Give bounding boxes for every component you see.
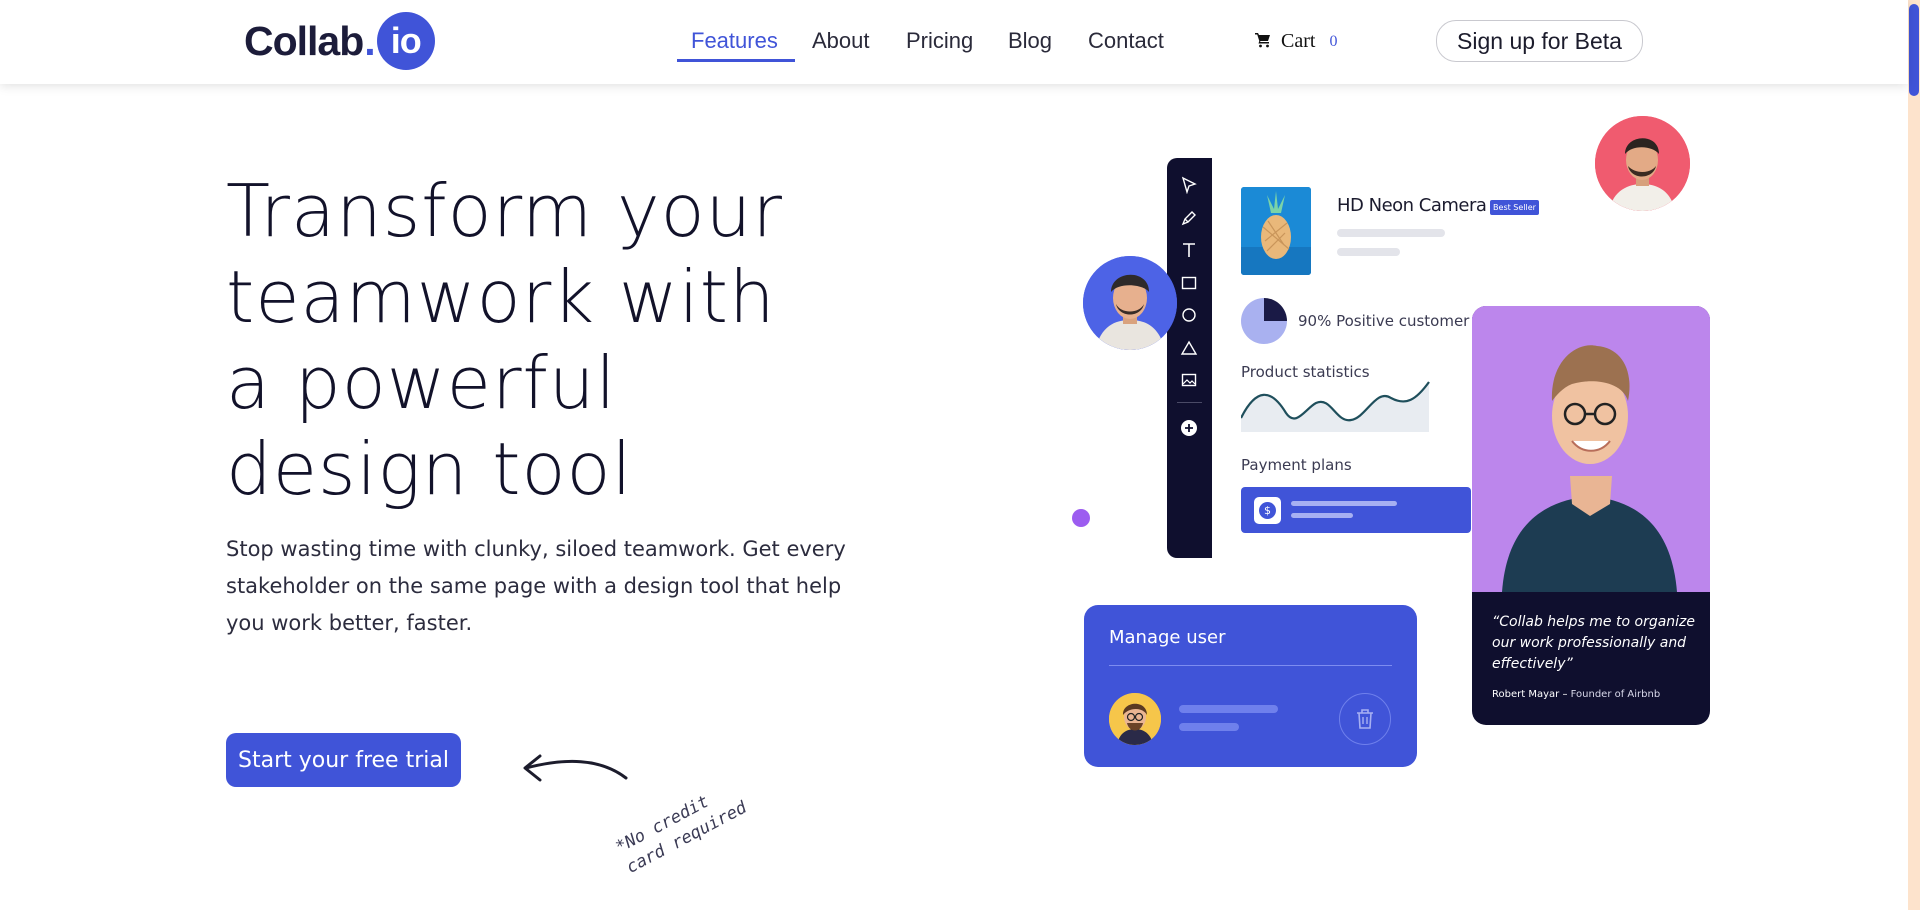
logo-dot: . bbox=[364, 17, 376, 64]
nav-active-indicator bbox=[677, 59, 795, 62]
logo-badge: io bbox=[376, 12, 435, 70]
toolbar-divider bbox=[1177, 402, 1202, 403]
text-icon[interactable] bbox=[1180, 241, 1198, 259]
hero-title-line: teamwork with bbox=[226, 255, 776, 339]
nav-features[interactable]: Features bbox=[691, 28, 778, 54]
payment-plans-label: Payment plans bbox=[1241, 456, 1352, 474]
arrow-icon bbox=[523, 754, 628, 782]
statistics-sparkline bbox=[1241, 381, 1430, 432]
review-text: 90% Positive customer reviews bbox=[1298, 312, 1472, 330]
skeleton-line bbox=[1291, 513, 1353, 518]
hero-title: Transform your teamwork with a powerful … bbox=[226, 168, 846, 512]
testimonial-card: “Collab helps me to organize our work pr… bbox=[1472, 306, 1710, 725]
add-icon[interactable] bbox=[1180, 419, 1198, 437]
payment-plan-row: $ bbox=[1241, 487, 1471, 533]
hero-title-line: a powerful bbox=[226, 341, 617, 425]
logo-word: Collab bbox=[244, 17, 364, 64]
divider bbox=[1109, 665, 1392, 666]
hero-subtitle: Stop wasting time with clunky, siloed te… bbox=[226, 537, 846, 635]
manage-user-title: Manage user bbox=[1109, 627, 1226, 648]
skeleton-line bbox=[1179, 723, 1239, 731]
nav-blog[interactable]: Blog bbox=[1008, 28, 1052, 54]
avatar bbox=[1109, 693, 1161, 745]
image-icon[interactable] bbox=[1180, 371, 1198, 389]
signup-beta-button[interactable]: Sign up for Beta bbox=[1436, 20, 1643, 62]
pen-icon[interactable] bbox=[1180, 209, 1198, 227]
decorative-dot bbox=[1072, 509, 1090, 527]
skeleton-line bbox=[1291, 501, 1397, 506]
author-name: Robert Mayar bbox=[1492, 689, 1560, 700]
logo[interactable]: Collab . io bbox=[244, 12, 435, 70]
testimonial-quote: “Collab helps me to organize our work pr… bbox=[1492, 614, 1696, 672]
cart-label: Cart bbox=[1281, 30, 1316, 52]
skeleton-line bbox=[1337, 248, 1400, 256]
rectangle-icon[interactable] bbox=[1180, 274, 1198, 292]
nav-pricing[interactable]: Pricing bbox=[906, 28, 973, 54]
author-separator: – bbox=[1562, 689, 1568, 700]
avatar bbox=[1595, 116, 1690, 211]
cursor-icon[interactable] bbox=[1180, 176, 1198, 194]
author-role: Founder of Airbnb bbox=[1570, 689, 1661, 700]
review-pie-chart bbox=[1241, 298, 1287, 344]
trash-icon[interactable] bbox=[1339, 693, 1391, 745]
skeleton-line bbox=[1179, 705, 1278, 713]
skeleton-line bbox=[1337, 229, 1445, 237]
site-header: Collab . io Features About Pricing Blog … bbox=[0, 0, 1908, 84]
scrollbar-track[interactable] bbox=[1908, 0, 1920, 910]
testimonial-photo bbox=[1472, 306, 1710, 592]
dollar-icon: $ bbox=[1254, 497, 1281, 524]
testimonial-author: Robert Mayar – Founder of Airbnb bbox=[1492, 689, 1660, 700]
nav-about[interactable]: About bbox=[812, 28, 870, 54]
hero-title-line: Transform your bbox=[226, 169, 783, 253]
best-seller-badge: Best Seller bbox=[1490, 200, 1539, 215]
product-image bbox=[1241, 187, 1311, 275]
scrollbar-thumb[interactable] bbox=[1909, 4, 1919, 96]
design-toolbar bbox=[1167, 158, 1212, 558]
nav-contact[interactable]: Contact bbox=[1088, 28, 1164, 54]
product-title: HD Neon Camera bbox=[1337, 195, 1487, 216]
dollar-icon-glyph: $ bbox=[1259, 502, 1276, 519]
manage-user-card: Manage user bbox=[1084, 605, 1417, 767]
triangle-icon[interactable] bbox=[1180, 339, 1198, 357]
cart-count: 0 bbox=[1329, 32, 1338, 50]
no-credit-card-note: *No credit card required bbox=[612, 776, 751, 879]
cart-link[interactable]: Cart 0 bbox=[1255, 30, 1337, 53]
hero-title-line: design tool bbox=[226, 427, 633, 511]
start-free-trial-button[interactable]: Start your free trial bbox=[226, 733, 461, 787]
avatar bbox=[1083, 256, 1177, 350]
circle-icon[interactable] bbox=[1180, 306, 1198, 324]
cart-icon bbox=[1255, 32, 1271, 52]
